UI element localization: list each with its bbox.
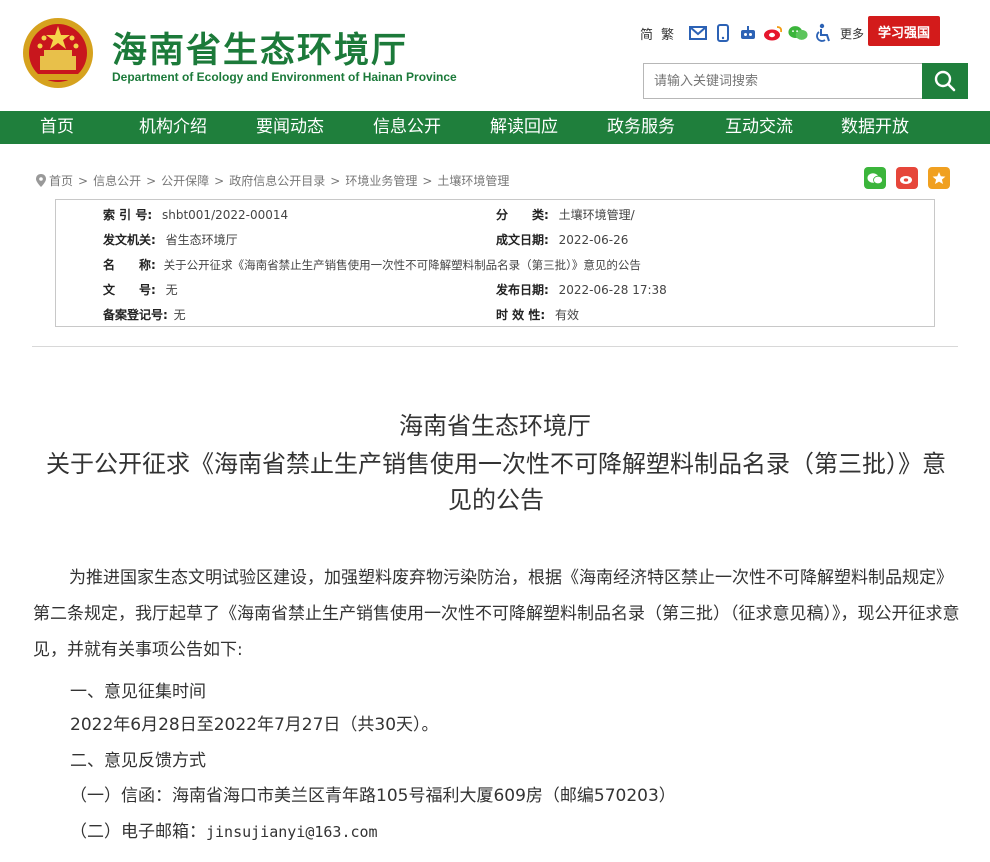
info-issuer-row: 发文机关: 省生态环境厅 <box>103 231 238 248</box>
document-info-table: 索 引 号: shbt001/2022-00014 分 类: 土壤环境管理/ 发… <box>55 199 935 327</box>
nav-item-home[interactable]: 首页 <box>40 111 74 144</box>
breadcrumb-separator: > <box>214 173 225 188</box>
info-issuer-label: 发文机关: <box>103 233 156 247</box>
info-validity-label: 时 效 性: <box>496 308 546 322</box>
info-issuer-value: 省生态环境厅 <box>165 233 238 247</box>
breadcrumb-separator: > <box>422 173 433 188</box>
info-name-label: 名 称: <box>103 258 156 272</box>
main-nav: 首页 机构介绍 要闻动态 信息公开 解读回应 政务服务 互动交流 数据开放 <box>0 111 990 144</box>
robot-icon[interactable] <box>738 23 758 43</box>
mobile-icon[interactable] <box>713 23 733 43</box>
breadcrumb: 首页 > 信息公开 > 公开保障 > 政府信息公开目录 > 环境业务管理 > 土… <box>36 172 509 189</box>
share-bar <box>864 167 960 189</box>
search-button[interactable] <box>922 63 968 99</box>
section-text-time: 2022年6月28日至2022年7月27日（共30天）。 <box>70 715 439 735</box>
info-created-value: 2022-06-26 <box>558 233 629 247</box>
breadcrumb-separator: > <box>330 173 341 188</box>
info-docno-row: 文 号: 无 <box>103 281 178 298</box>
more-link[interactable]: 更多 <box>840 25 864 42</box>
accessibility-icon[interactable] <box>813 23 833 43</box>
breadcrumb-soil-management[interactable]: 土壤环境管理 <box>437 172 509 189</box>
share-wechat-icon[interactable] <box>864 167 886 189</box>
site-subtitle: Department of Ecology and Environment of… <box>112 70 457 84</box>
info-published-value: 2022-06-28 17:38 <box>558 283 667 297</box>
info-record-value: 无 <box>173 308 186 322</box>
top-toolbar: 简 繁 更多 学习强国 <box>640 16 941 46</box>
share-favorite-icon[interactable] <box>928 167 950 189</box>
info-created-row: 成文日期: 2022-06-26 <box>496 231 628 248</box>
search-input[interactable] <box>644 64 923 98</box>
feedback-email-address[interactable]: jinsujianyi@163.com <box>206 823 378 841</box>
nav-item-about[interactable]: 机构介绍 <box>139 111 207 144</box>
content-divider <box>32 346 958 347</box>
nav-item-news[interactable]: 要闻动态 <box>256 111 324 144</box>
xuexi-qiangguo-logo[interactable]: 学习强国 <box>868 16 941 46</box>
info-published-row: 发布日期: 2022-06-28 17:38 <box>496 281 667 298</box>
nav-item-open-data[interactable]: 数据开放 <box>841 111 909 144</box>
search-input-wrapper <box>643 63 923 99</box>
info-category-value: 土壤环境管理/ <box>558 208 635 222</box>
info-index-row: 索 引 号: shbt001/2022-00014 <box>103 206 288 223</box>
site-title[interactable]: 海南省生态环境厅 <box>112 22 408 73</box>
section-heading-feedback: 二、意见反馈方式 <box>70 751 206 771</box>
weibo-icon[interactable] <box>763 23 783 43</box>
location-pin-icon <box>36 174 46 187</box>
info-record-row: 备案登记号: 无 <box>103 306 186 323</box>
nav-item-interpretation[interactable]: 解读回应 <box>490 111 558 144</box>
wechat-icon[interactable] <box>788 23 808 43</box>
breadcrumb-home[interactable]: 首页 <box>49 172 73 189</box>
breadcrumb-disclosure-guarantee[interactable]: 公开保障 <box>161 172 209 189</box>
mail-icon[interactable] <box>688 23 708 43</box>
article-title-agency: 海南省生态环境厅 <box>399 412 591 440</box>
breadcrumb-separator: > <box>78 173 89 188</box>
info-name-value: 关于公开征求《海南省禁止生产销售使用一次性不可降解塑料制品名录（第三批）》意见的… <box>163 258 641 272</box>
info-docno-value: 无 <box>165 283 178 297</box>
info-name-row: 名 称: 关于公开征求《海南省禁止生产销售使用一次性不可降解塑料制品名录（第三批… <box>103 256 641 273</box>
feedback-mail-item: （一）信函：海南省海口市美兰区青年路105号福利大厦609房（邮编570203） <box>70 786 676 806</box>
nav-item-interaction[interactable]: 互动交流 <box>725 111 793 144</box>
nav-item-info-disclosure[interactable]: 信息公开 <box>373 111 441 144</box>
traditional-chinese-link[interactable]: 繁 <box>661 24 674 43</box>
search-icon <box>934 70 956 92</box>
site-header: 海南省生态环境厅 Department of Ecology and Envir… <box>0 0 990 111</box>
feedback-email-label: （二）电子邮箱： <box>70 822 206 842</box>
section-heading-time: 一、意见征集时间 <box>70 682 206 702</box>
share-weibo-icon[interactable] <box>896 167 918 189</box>
national-emblem-icon <box>23 18 93 88</box>
info-index-label: 索 引 号: <box>103 208 153 222</box>
breadcrumb-separator: > <box>146 173 157 188</box>
article-paragraph: 为推进国家生态文明试验区建设，加强塑料废弃物污染防治，根据《海南经济特区禁止一次… <box>33 568 960 660</box>
info-category-label: 分 类: <box>496 208 549 222</box>
info-category-row: 分 类: 土壤环境管理/ <box>496 206 635 223</box>
info-validity-value: 有效 <box>554 308 579 322</box>
breadcrumb-env-business[interactable]: 环境业务管理 <box>345 172 417 189</box>
breadcrumb-info-disclosure[interactable]: 信息公开 <box>93 172 141 189</box>
feedback-email-item: （二）电子邮箱：jinsujianyi@163.com <box>70 817 378 842</box>
info-created-label: 成文日期: <box>496 233 549 247</box>
breadcrumb-catalog[interactable]: 政府信息公开目录 <box>229 172 325 189</box>
info-docno-label: 文 号: <box>103 283 156 297</box>
article-title: 关于公开征求《海南省禁止生产销售使用一次性不可降解塑料制品名录（第三批）》意见的… <box>46 450 946 514</box>
simplified-chinese-link[interactable]: 简 <box>640 24 653 43</box>
info-published-label: 发布日期: <box>496 283 549 297</box>
info-validity-row: 时 效 性: 有效 <box>496 306 579 323</box>
info-record-label: 备案登记号: <box>103 308 168 322</box>
info-index-value: shbt001/2022-00014 <box>161 208 289 222</box>
nav-item-services[interactable]: 政务服务 <box>607 111 675 144</box>
